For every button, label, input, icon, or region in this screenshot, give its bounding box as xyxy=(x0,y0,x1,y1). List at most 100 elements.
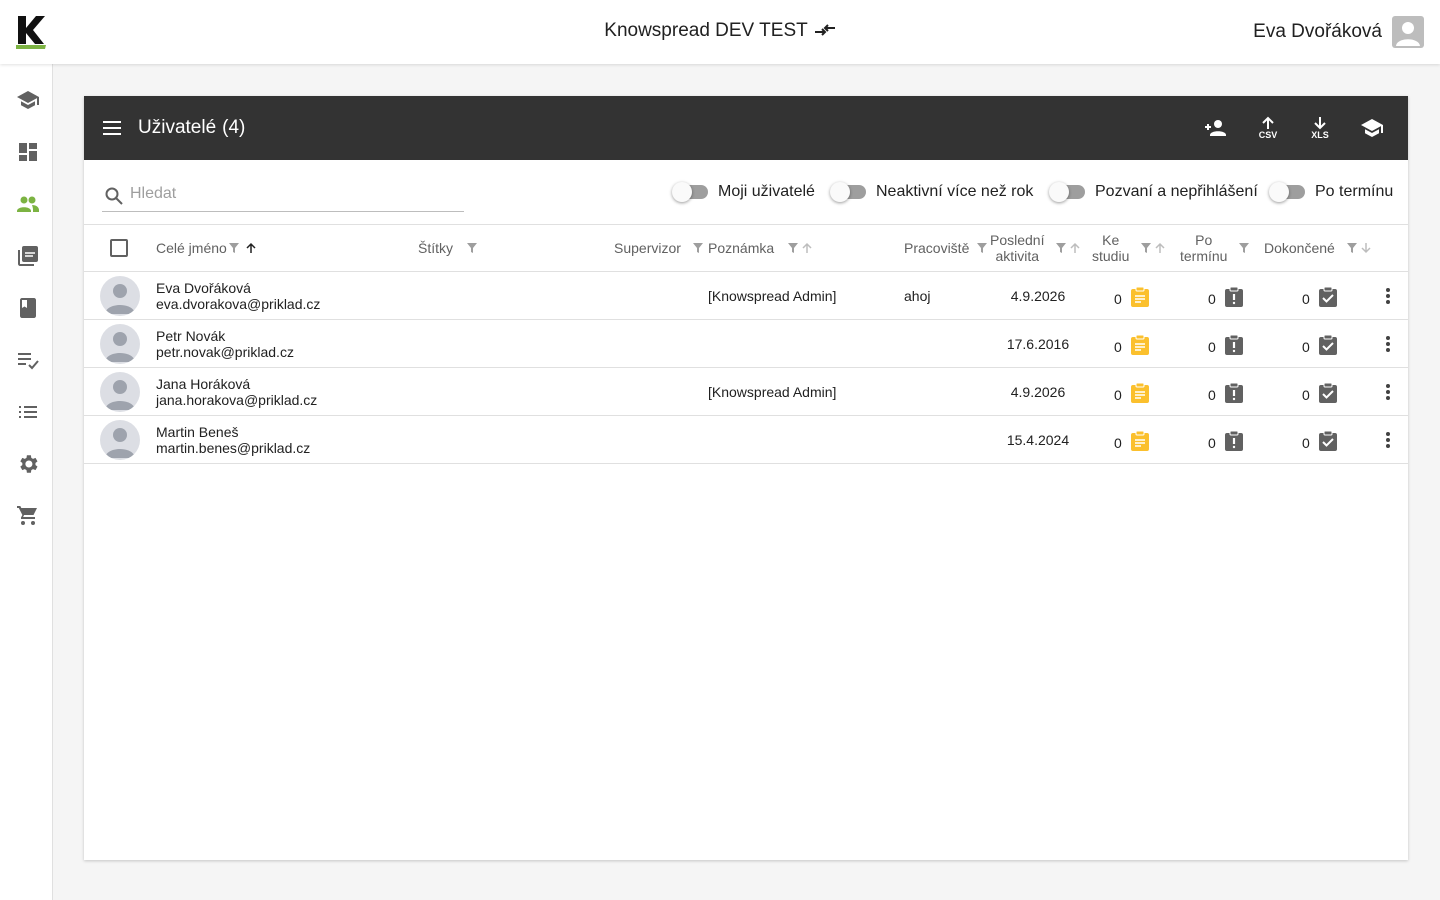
column-name[interactable]: Celé jméno xyxy=(156,225,257,271)
more-vert-icon[interactable] xyxy=(1376,428,1400,452)
user-email: eva.dvorakova@priklad.cz xyxy=(156,296,321,312)
clipboard-text-icon xyxy=(1130,286,1150,311)
sort-icon[interactable] xyxy=(1069,242,1081,254)
toggle-inactive[interactable]: Neaktivní více než rok xyxy=(830,180,1034,204)
add-user-button[interactable] xyxy=(1202,114,1230,142)
filter-icon[interactable] xyxy=(1346,243,1357,253)
last-activity: 17.6.2016 xyxy=(1006,336,1070,352)
filter-icon[interactable] xyxy=(228,243,239,253)
more-vert-icon[interactable] xyxy=(1376,380,1400,404)
search-icon xyxy=(104,186,124,211)
table-row[interactable]: Jana Horáková jana.horakova@priklad.cz [… xyxy=(84,368,1408,416)
clipboard-text-icon xyxy=(1130,430,1150,455)
user-email: petr.novak@priklad.cz xyxy=(156,344,294,360)
count-value: 0 xyxy=(1208,434,1216,451)
column-tags[interactable]: Štítky xyxy=(418,225,478,271)
select-all-checkbox[interactable] xyxy=(110,239,128,257)
assign-course-button[interactable] xyxy=(1358,114,1386,142)
count-value: 0 xyxy=(1114,434,1122,451)
user-workplace: ahoj xyxy=(904,288,931,304)
overdue-count[interactable]: 0 xyxy=(1208,334,1244,359)
sort-icon[interactable] xyxy=(801,242,813,254)
sort-icon[interactable] xyxy=(1154,242,1166,254)
toggle-invited[interactable]: Pozvaní a nepřihlášení xyxy=(1049,180,1258,204)
column-label: Supervizor xyxy=(614,240,681,256)
completed-count[interactable]: 0 xyxy=(1302,286,1338,311)
table-row[interactable]: Petr Novák petr.novak@priklad.cz 17.6.20… xyxy=(84,320,1408,368)
toggle-switch[interactable] xyxy=(830,182,866,202)
column-label: Štítky xyxy=(418,240,454,256)
column-last-activity[interactable]: Poslední aktivita xyxy=(990,225,1081,271)
completed-count[interactable]: 0 xyxy=(1302,382,1338,407)
card-header: Uživatelé (4) CSV XLS xyxy=(84,96,1408,160)
sort-ascending-icon[interactable] xyxy=(245,242,257,254)
filter-icon[interactable] xyxy=(1141,243,1152,253)
clipboard-alert-icon xyxy=(1224,430,1244,455)
column-overdue[interactable]: Po termínu xyxy=(1180,225,1250,271)
to-study-count[interactable]: 0 xyxy=(1114,430,1150,455)
count-value: 0 xyxy=(1302,386,1310,403)
toggle-switch[interactable] xyxy=(1049,182,1085,202)
export-csv-button[interactable]: CSV xyxy=(1254,114,1282,142)
avatar xyxy=(100,324,140,364)
search-field xyxy=(102,180,464,212)
clipboard-check-icon xyxy=(1318,382,1338,407)
column-label: Ke studiu xyxy=(1092,232,1130,264)
to-study-count[interactable]: 0 xyxy=(1114,382,1150,407)
toggle-my-users[interactable]: Moji uživatelé xyxy=(672,180,815,204)
toggle-switch[interactable] xyxy=(672,182,708,202)
current-user-name[interactable]: Eva Dvořáková xyxy=(1253,21,1382,43)
sort-icon[interactable] xyxy=(1360,242,1372,254)
school-icon[interactable] xyxy=(16,88,40,112)
more-vert-icon[interactable] xyxy=(1376,332,1400,356)
more-vert-icon[interactable] xyxy=(1376,284,1400,308)
filter-icon[interactable] xyxy=(692,243,703,253)
playlist-check-icon[interactable] xyxy=(16,348,40,372)
filter-icon[interactable] xyxy=(1056,243,1067,253)
column-supervisor[interactable]: Supervizor xyxy=(614,225,703,271)
filter-icon[interactable] xyxy=(467,243,478,253)
export-xls-button[interactable]: XLS xyxy=(1306,114,1334,142)
menu-icon[interactable] xyxy=(100,116,124,140)
user-note: [Knowspread Admin] xyxy=(708,384,837,400)
to-study-count[interactable]: 0 xyxy=(1114,334,1150,359)
toggle-label: Neaktivní více než rok xyxy=(876,183,1034,200)
completed-count[interactable]: 0 xyxy=(1302,334,1338,359)
overdue-count[interactable]: 0 xyxy=(1208,382,1244,407)
library-icon[interactable] xyxy=(16,244,40,268)
count-value: 0 xyxy=(1208,290,1216,307)
list-icon[interactable] xyxy=(16,400,40,424)
overdue-count[interactable]: 0 xyxy=(1208,430,1244,455)
clipboard-check-icon xyxy=(1318,286,1338,311)
cart-icon[interactable] xyxy=(16,504,40,528)
filter-icon[interactable] xyxy=(977,243,988,253)
column-workplace[interactable]: Pracoviště xyxy=(904,225,988,271)
book-icon[interactable] xyxy=(16,296,40,320)
clipboard-check-icon xyxy=(1318,430,1338,455)
column-label: Po termínu xyxy=(1180,232,1228,264)
sidebar xyxy=(0,64,53,900)
filter-icon[interactable] xyxy=(788,243,799,253)
toggle-switch[interactable] xyxy=(1269,182,1305,202)
toggle-overdue[interactable]: Po termínu xyxy=(1269,180,1393,204)
table-row[interactable]: Eva Dvořáková eva.dvorakova@priklad.cz [… xyxy=(84,272,1408,320)
filter-icon[interactable] xyxy=(1239,243,1250,253)
column-to-study[interactable]: Ke studiu xyxy=(1092,225,1166,271)
overdue-count[interactable]: 0 xyxy=(1208,286,1244,311)
user-avatar[interactable] xyxy=(1392,16,1424,48)
completed-count[interactable]: 0 xyxy=(1302,430,1338,455)
column-completed[interactable]: Dokončené xyxy=(1264,225,1372,271)
dashboard-icon[interactable] xyxy=(16,140,40,164)
count-value: 0 xyxy=(1302,434,1310,451)
clipboard-text-icon xyxy=(1130,382,1150,407)
settings-icon[interactable] xyxy=(16,452,40,476)
to-study-count[interactable]: 0 xyxy=(1114,286,1150,311)
table-row[interactable]: Martin Beneš martin.benes@priklad.cz 15.… xyxy=(84,416,1408,464)
count-value: 0 xyxy=(1208,338,1216,355)
people-icon[interactable] xyxy=(16,192,40,216)
column-label: Dokončené xyxy=(1264,240,1335,256)
count-value: 0 xyxy=(1208,386,1216,403)
switch-app-icon[interactable] xyxy=(814,23,836,45)
search-input[interactable] xyxy=(130,182,450,206)
column-note[interactable]: Poznámka xyxy=(708,225,813,271)
